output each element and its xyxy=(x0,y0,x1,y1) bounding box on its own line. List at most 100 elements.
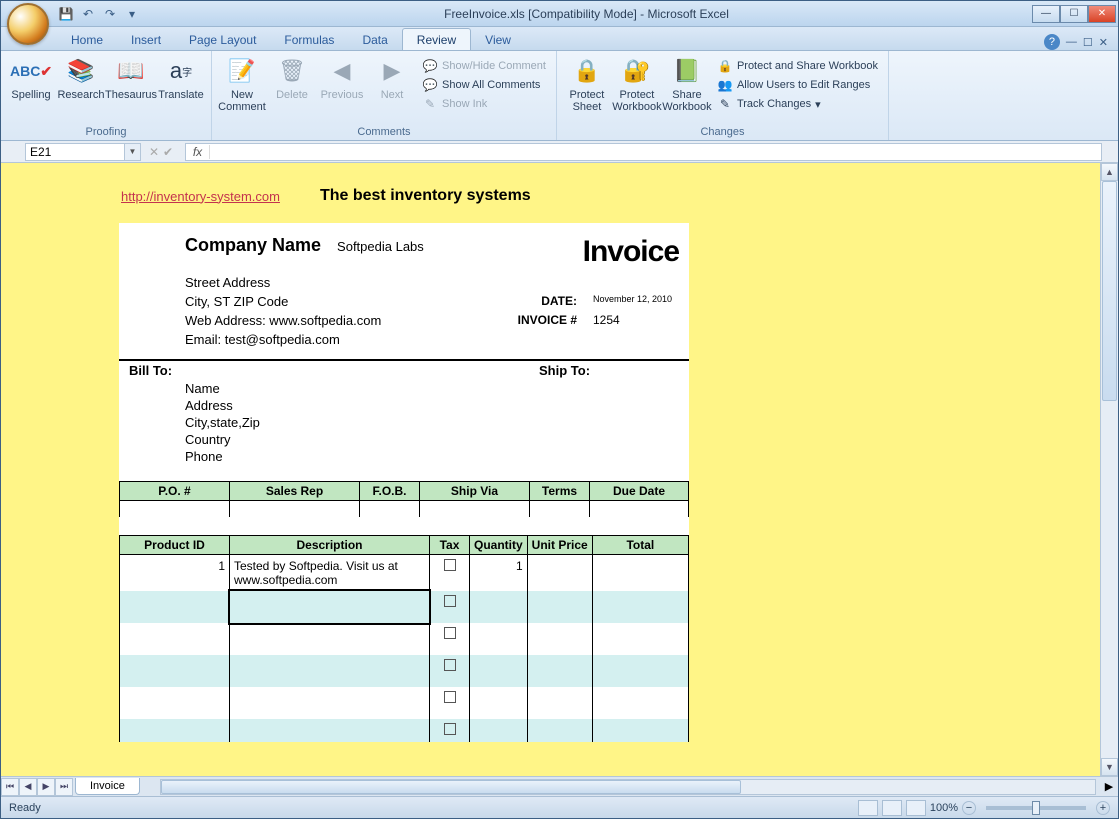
sheet-first-icon[interactable]: ⏮ xyxy=(1,778,19,796)
checkbox-icon[interactable] xyxy=(444,559,456,571)
table-row[interactable] xyxy=(120,719,689,742)
maximize-button[interactable]: ☐ xyxy=(1060,5,1088,23)
tab-formulas[interactable]: Formulas xyxy=(270,29,348,50)
table-row[interactable]: 1 Tested by Softpedia. Visit us at www.s… xyxy=(120,554,689,591)
scroll-up-icon[interactable]: ▲ xyxy=(1101,163,1118,181)
tab-view[interactable]: View xyxy=(471,29,525,50)
doc-close-icon[interactable]: ✕ xyxy=(1099,36,1108,49)
sheet-tab-invoice[interactable]: Invoice xyxy=(75,778,140,795)
track-changes-icon: ✎ xyxy=(717,96,733,112)
unitprice-header: Unit Price xyxy=(527,535,592,554)
zoom-slider-knob[interactable] xyxy=(1032,801,1040,815)
hscroll-right-icon[interactable]: ▶ xyxy=(1100,780,1118,793)
show-hide-comment-button[interactable]: 💬Show/Hide Comment xyxy=(418,57,550,75)
next-comment-icon: ▶ xyxy=(376,55,408,87)
worksheet-area[interactable]: http://inventory-system.com The best inv… xyxy=(1,163,1118,776)
allow-users-button[interactable]: 👥Allow Users to Edit Ranges xyxy=(713,76,882,94)
table-row[interactable] xyxy=(120,591,689,623)
minimize-button[interactable]: — xyxy=(1032,5,1060,23)
show-ink-button[interactable]: ✎Show Ink xyxy=(418,95,550,113)
fx-icon[interactable]: fx xyxy=(186,145,210,159)
active-cell-cursor xyxy=(228,589,431,625)
translate-button[interactable]: a字 Translate xyxy=(157,53,205,101)
show-all-comments-button[interactable]: 💬Show All Comments xyxy=(418,76,550,94)
fob-header: F.O.B. xyxy=(360,482,420,501)
sheet-prev-icon[interactable]: ◀ xyxy=(19,778,37,796)
doc-minimize-icon[interactable]: — xyxy=(1066,36,1077,48)
research-button[interactable]: 📚 Research xyxy=(57,53,105,101)
prod-qty-cell[interactable]: 1 xyxy=(470,554,528,591)
formula-input[interactable]: fx xyxy=(185,143,1102,161)
checkbox-icon[interactable] xyxy=(444,595,456,607)
checkbox-icon[interactable] xyxy=(444,723,456,735)
company-name: Company Name xyxy=(185,235,321,256)
prod-desc-cell[interactable]: Tested by Softpedia. Visit us at www.sof… xyxy=(230,554,430,591)
save-icon[interactable]: 💾 xyxy=(57,5,75,23)
tab-home[interactable]: Home xyxy=(57,29,117,50)
protect-sheet-button[interactable]: 🔒 Protect Sheet xyxy=(563,53,611,113)
tab-data[interactable]: Data xyxy=(348,29,401,50)
ship-to-label: Ship To: xyxy=(539,363,590,378)
table-row[interactable] xyxy=(120,687,689,719)
translate-icon: a字 xyxy=(165,55,197,87)
scroll-thumb[interactable] xyxy=(1102,181,1117,401)
name-box-dropdown[interactable]: ▼ xyxy=(125,143,141,161)
qat-dropdown-icon[interactable]: ▾ xyxy=(123,5,141,23)
shipvia-header: Ship Via xyxy=(420,482,530,501)
spelling-button[interactable]: ABC✔ Spelling xyxy=(7,53,55,101)
bill-city: City,state,Zip xyxy=(185,414,679,431)
worksheet-grid[interactable]: http://inventory-system.com The best inv… xyxy=(1,163,1100,776)
page-layout-view-button[interactable] xyxy=(882,800,902,816)
bill-to-label: Bill To: xyxy=(129,363,539,378)
scroll-track[interactable] xyxy=(1101,181,1118,758)
prod-price-cell[interactable] xyxy=(527,554,592,591)
zoom-in-button[interactable]: + xyxy=(1096,801,1110,815)
prod-id-cell[interactable]: 1 xyxy=(120,554,230,591)
company-sub: Softpedia Labs xyxy=(337,235,424,254)
new-comment-icon: 📝 xyxy=(226,55,258,87)
scroll-down-icon[interactable]: ▼ xyxy=(1101,758,1118,776)
normal-view-button[interactable] xyxy=(858,800,878,816)
terms-header: Terms xyxy=(530,482,590,501)
protect-workbook-button[interactable]: 🔐 Protect Workbook xyxy=(613,53,661,113)
hscroll-thumb[interactable] xyxy=(161,780,741,794)
po-row[interactable] xyxy=(120,501,689,517)
zoom-level[interactable]: 100% xyxy=(930,802,958,814)
sheet-next-icon[interactable]: ▶ xyxy=(37,778,55,796)
bill-name: Name xyxy=(185,380,679,397)
zoom-out-button[interactable]: − xyxy=(962,801,976,815)
page-break-view-button[interactable] xyxy=(906,800,926,816)
table-row[interactable] xyxy=(120,623,689,655)
prod-total-cell[interactable] xyxy=(592,554,688,591)
tax-header: Tax xyxy=(430,535,470,554)
office-button[interactable] xyxy=(7,3,49,45)
redo-icon[interactable]: ↷ xyxy=(101,5,119,23)
tab-review[interactable]: Review xyxy=(402,28,471,50)
undo-icon[interactable]: ↶ xyxy=(79,5,97,23)
doc-restore-icon[interactable]: ☐ xyxy=(1083,36,1093,49)
table-row[interactable] xyxy=(120,655,689,687)
checkbox-icon[interactable] xyxy=(444,659,456,671)
salesrep-header: Sales Rep xyxy=(230,482,360,501)
track-changes-button[interactable]: ✎Track Changes ▾ xyxy=(713,95,882,113)
horizontal-scrollbar[interactable] xyxy=(160,779,1096,795)
thesaurus-button[interactable]: 📖 Thesaurus xyxy=(107,53,155,101)
sheet-last-icon[interactable]: ⏭ xyxy=(55,778,73,796)
group-comments-label: Comments xyxy=(218,125,550,140)
zoom-slider[interactable] xyxy=(986,806,1086,810)
tab-page-layout[interactable]: Page Layout xyxy=(175,29,270,50)
group-proofing: ABC✔ Spelling 📚 Research 📖 Thesaurus a字 … xyxy=(1,51,212,140)
help-icon[interactable]: ? xyxy=(1044,34,1060,50)
prod-tax-cell[interactable] xyxy=(430,554,470,591)
vertical-scrollbar[interactable]: ▲ ▼ xyxy=(1100,163,1118,776)
tab-insert[interactable]: Insert xyxy=(117,29,175,50)
close-button[interactable]: ✕ xyxy=(1088,5,1116,23)
protect-share-button[interactable]: 🔒Protect and Share Workbook xyxy=(713,57,882,75)
name-box[interactable]: E21 xyxy=(25,143,125,161)
share-workbook-button[interactable]: 📗 Share Workbook xyxy=(663,53,711,113)
duedate-header: Due Date xyxy=(590,482,689,501)
new-comment-button[interactable]: 📝 New Comment xyxy=(218,53,266,113)
checkbox-icon[interactable] xyxy=(444,627,456,639)
inventory-link[interactable]: http://inventory-system.com xyxy=(121,189,280,204)
checkbox-icon[interactable] xyxy=(444,691,456,703)
